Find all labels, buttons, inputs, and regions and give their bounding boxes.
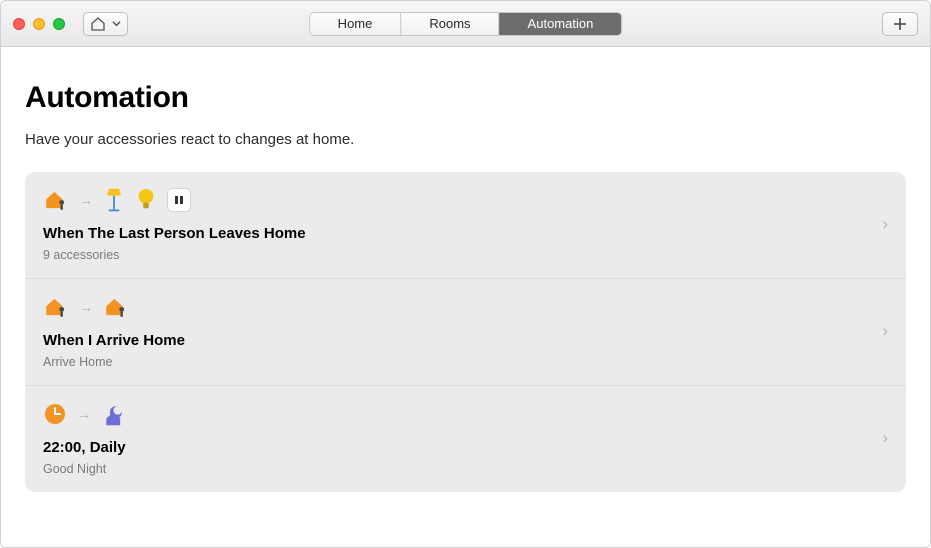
fullscreen-window-button[interactable] <box>53 18 65 30</box>
chevron-right-icon: › <box>870 321 888 341</box>
house-leave-icon <box>43 294 69 320</box>
pause-tile-icon <box>167 188 191 212</box>
automation-title: When I Arrive Home <box>43 332 870 349</box>
house-leave-icon <box>43 187 69 213</box>
tab-home[interactable]: Home <box>310 13 402 35</box>
plus-icon <box>893 17 907 31</box>
automation-body: → When I Arrive Home Arrive Home <box>43 293 870 369</box>
window-controls <box>13 18 65 30</box>
automation-row[interactable]: → When The <box>25 172 906 279</box>
lamp-icon <box>103 187 125 213</box>
automation-row[interactable]: → 22:00, Daily Good Night › <box>25 386 906 492</box>
automation-body: → 22:00, Daily Good Night <box>43 400 870 476</box>
page-title: Automation <box>25 81 906 115</box>
view-tabs: Home Rooms Automation <box>309 12 623 36</box>
clock-icon <box>43 402 67 426</box>
add-button[interactable] <box>882 12 918 36</box>
moon-house-icon <box>101 401 129 427</box>
arrow-icon: → <box>77 406 91 422</box>
minimize-window-button[interactable] <box>33 18 45 30</box>
automation-title: When The Last Person Leaves Home <box>43 225 870 242</box>
automation-subtitle: Arrive Home <box>43 355 870 369</box>
chevron-down-icon <box>112 19 121 28</box>
automation-row[interactable]: → When I Arrive Home Arrive Home › <box>25 279 906 386</box>
page-subtitle: Have your accessories react to changes a… <box>25 131 906 148</box>
automation-title: 22:00, Daily <box>43 439 870 456</box>
house-arrive-icon <box>103 294 129 320</box>
automation-body: → When The <box>43 186 870 262</box>
home-icon <box>90 16 106 32</box>
automation-icons: → <box>43 400 870 428</box>
automation-icons: → <box>43 293 870 321</box>
home-selector-dropdown[interactable] <box>83 12 128 36</box>
close-window-button[interactable] <box>13 18 25 30</box>
automation-subtitle: 9 accessories <box>43 248 870 262</box>
tab-automation[interactable]: Automation <box>500 13 622 35</box>
content-area: Automation Have your accessories react t… <box>1 47 930 547</box>
titlebar: Home Rooms Automation <box>1 1 930 47</box>
chevron-right-icon: › <box>870 428 888 448</box>
window: Home Rooms Automation Automation Have yo… <box>0 0 931 548</box>
bulb-icon <box>135 187 157 213</box>
arrow-icon: → <box>79 299 93 315</box>
tab-rooms[interactable]: Rooms <box>401 13 499 35</box>
automation-list: → When The <box>25 172 906 492</box>
automation-icons: → <box>43 186 870 214</box>
arrow-icon: → <box>79 192 93 208</box>
chevron-right-icon: › <box>870 214 888 234</box>
automation-subtitle: Good Night <box>43 462 870 476</box>
